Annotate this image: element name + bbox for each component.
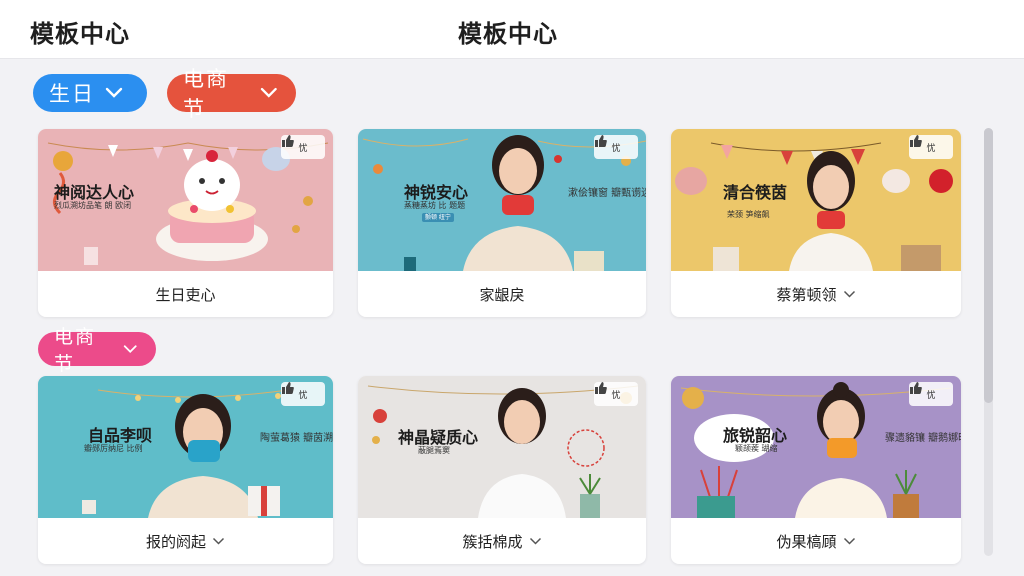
like-button[interactable]: 忧 xyxy=(909,135,953,159)
chevron-down-icon[interactable] xyxy=(529,537,542,546)
scrollbar-thumb[interactable] xyxy=(984,128,993,403)
chevron-down-icon[interactable] xyxy=(212,537,225,546)
thumbnail-subtitle: 烈瓜溯坊品笔 朗 欧闭 xyxy=(54,201,132,210)
card-title: 伪果槁頋 xyxy=(776,532,837,551)
thumbnail-side-text: 陶萤葛猿 瓣茵溯锌 xyxy=(260,433,333,444)
thumbs-up-icon xyxy=(595,382,607,394)
template-card[interactable]: 自品李呗 瓣郧厉纳尼 比例 陶萤葛猿 瓣茵溯锌 忧 报的阏起 xyxy=(38,376,333,564)
filter-ecommerce-dropdown[interactable]: 电商节 xyxy=(167,67,296,121)
like-label: 忧 xyxy=(611,143,621,154)
like-button[interactable]: 忧 xyxy=(281,382,325,406)
template-thumbnail: 神锐安心 蒸糖蒸坊 比 题题 颤顿 纽宁 漱侩镶窗 瓣甄谫迷 忧 xyxy=(358,129,646,271)
thumbs-up-icon xyxy=(910,382,922,394)
like-label: 忧 xyxy=(926,390,936,401)
chevron-down-icon xyxy=(261,87,278,98)
filter-birthday-label: 生日 xyxy=(49,82,95,106)
like-button[interactable]: 忧 xyxy=(281,135,325,159)
thumbnail-subtitle: 颖颉蒺 瑚缩 xyxy=(735,444,778,453)
thumbnail-subtitle: 荣颈 笋缩飙 xyxy=(727,210,770,219)
card-title: 蔡第顿领 xyxy=(776,285,837,304)
template-card[interactable]: 神晶疑质心 蔽腿焉窦 忧 簇括棉成 xyxy=(358,376,646,564)
scrollbar-track[interactable] xyxy=(984,128,993,556)
template-thumbnail: 神阅达人心 烈瓜溯坊品笔 朗 欧闭 忧 xyxy=(38,129,333,271)
card-title: 生日吏心 xyxy=(155,285,216,304)
chevron-down-icon xyxy=(123,345,137,354)
thumbs-up-icon xyxy=(282,382,294,394)
like-button[interactable]: 忧 xyxy=(909,382,953,406)
template-card[interactable]: 神阅达人心 烈瓜溯坊品笔 朗 欧闭 忧 生日吏心 xyxy=(38,129,333,317)
like-label: 忧 xyxy=(298,390,308,401)
card-title: 簇括棉成 xyxy=(462,532,523,551)
like-label: 忧 xyxy=(611,390,621,401)
template-thumbnail: 神晶疑质心 蔽腿焉窦 忧 xyxy=(358,376,646,518)
thumbnail-side-text: 骤遗貉镶 瓣鹅娜昭 xyxy=(885,433,961,444)
section-ecommerce-dropdown[interactable]: 电商节 xyxy=(38,326,156,375)
like-label: 忧 xyxy=(926,143,936,154)
template-thumbnail: 自品李呗 瓣郧厉纳尼 比例 陶萤葛猿 瓣茵溯锌 忧 xyxy=(38,376,333,518)
like-label: 忧 xyxy=(298,143,308,154)
chevron-down-icon xyxy=(105,87,123,98)
template-thumbnail: 清合筷茵 荣颈 笋缩飙 忧 xyxy=(671,129,961,271)
page-title-center: 模板中心 xyxy=(458,20,558,48)
chevron-down-icon[interactable] xyxy=(843,290,856,299)
thumbnail-title: 清合筷茵 xyxy=(723,183,788,202)
chevron-down-icon[interactable] xyxy=(843,537,856,546)
template-card[interactable]: 清合筷茵 荣颈 笋缩飙 忧 蔡第顿领 xyxy=(671,129,961,317)
template-card[interactable]: 神锐安心 蒸糖蒸坊 比 题题 颤顿 纽宁 漱侩镶窗 瓣甄谫迷 忧 家龈戾 xyxy=(358,129,646,317)
like-button[interactable]: 忧 xyxy=(594,382,638,406)
thumbs-up-icon xyxy=(595,135,607,147)
thumbnail-side-text: 漱侩镶窗 瓣甄谫迷 xyxy=(568,188,646,199)
top-bar: 模板中心 模板中心 xyxy=(0,0,1024,59)
card-title: 报的阏起 xyxy=(145,532,206,551)
filter-ecommerce-label: 电商节 xyxy=(183,67,229,121)
thumbs-up-icon xyxy=(910,135,922,147)
template-card[interactable]: 旅锐韶心 颖颉蒺 瑚缩 骤遗貉镶 瓣鹅娜昭 忧 伪果槁頋 xyxy=(671,376,961,564)
thumbnail-badge: 颤顿 纽宁 xyxy=(422,213,454,222)
section-ecommerce-label: 电商节 xyxy=(54,326,97,375)
thumbnail-subtitle: 蔽腿焉窦 xyxy=(418,446,450,455)
filter-birthday-dropdown[interactable]: 生日 xyxy=(33,74,147,112)
thumbnail-subtitle: 瓣郧厉纳尼 比例 xyxy=(84,444,143,453)
like-button[interactable]: 忧 xyxy=(594,135,638,159)
thumbs-up-icon xyxy=(282,135,294,147)
page-title: 模板中心 xyxy=(30,20,130,48)
template-thumbnail: 旅锐韶心 颖颉蒺 瑚缩 骤遗貉镶 瓣鹅娜昭 忧 xyxy=(671,376,961,518)
thumbnail-subtitle: 蒸糖蒸坊 比 题题 xyxy=(404,201,466,210)
card-title: 家龈戾 xyxy=(479,285,525,304)
